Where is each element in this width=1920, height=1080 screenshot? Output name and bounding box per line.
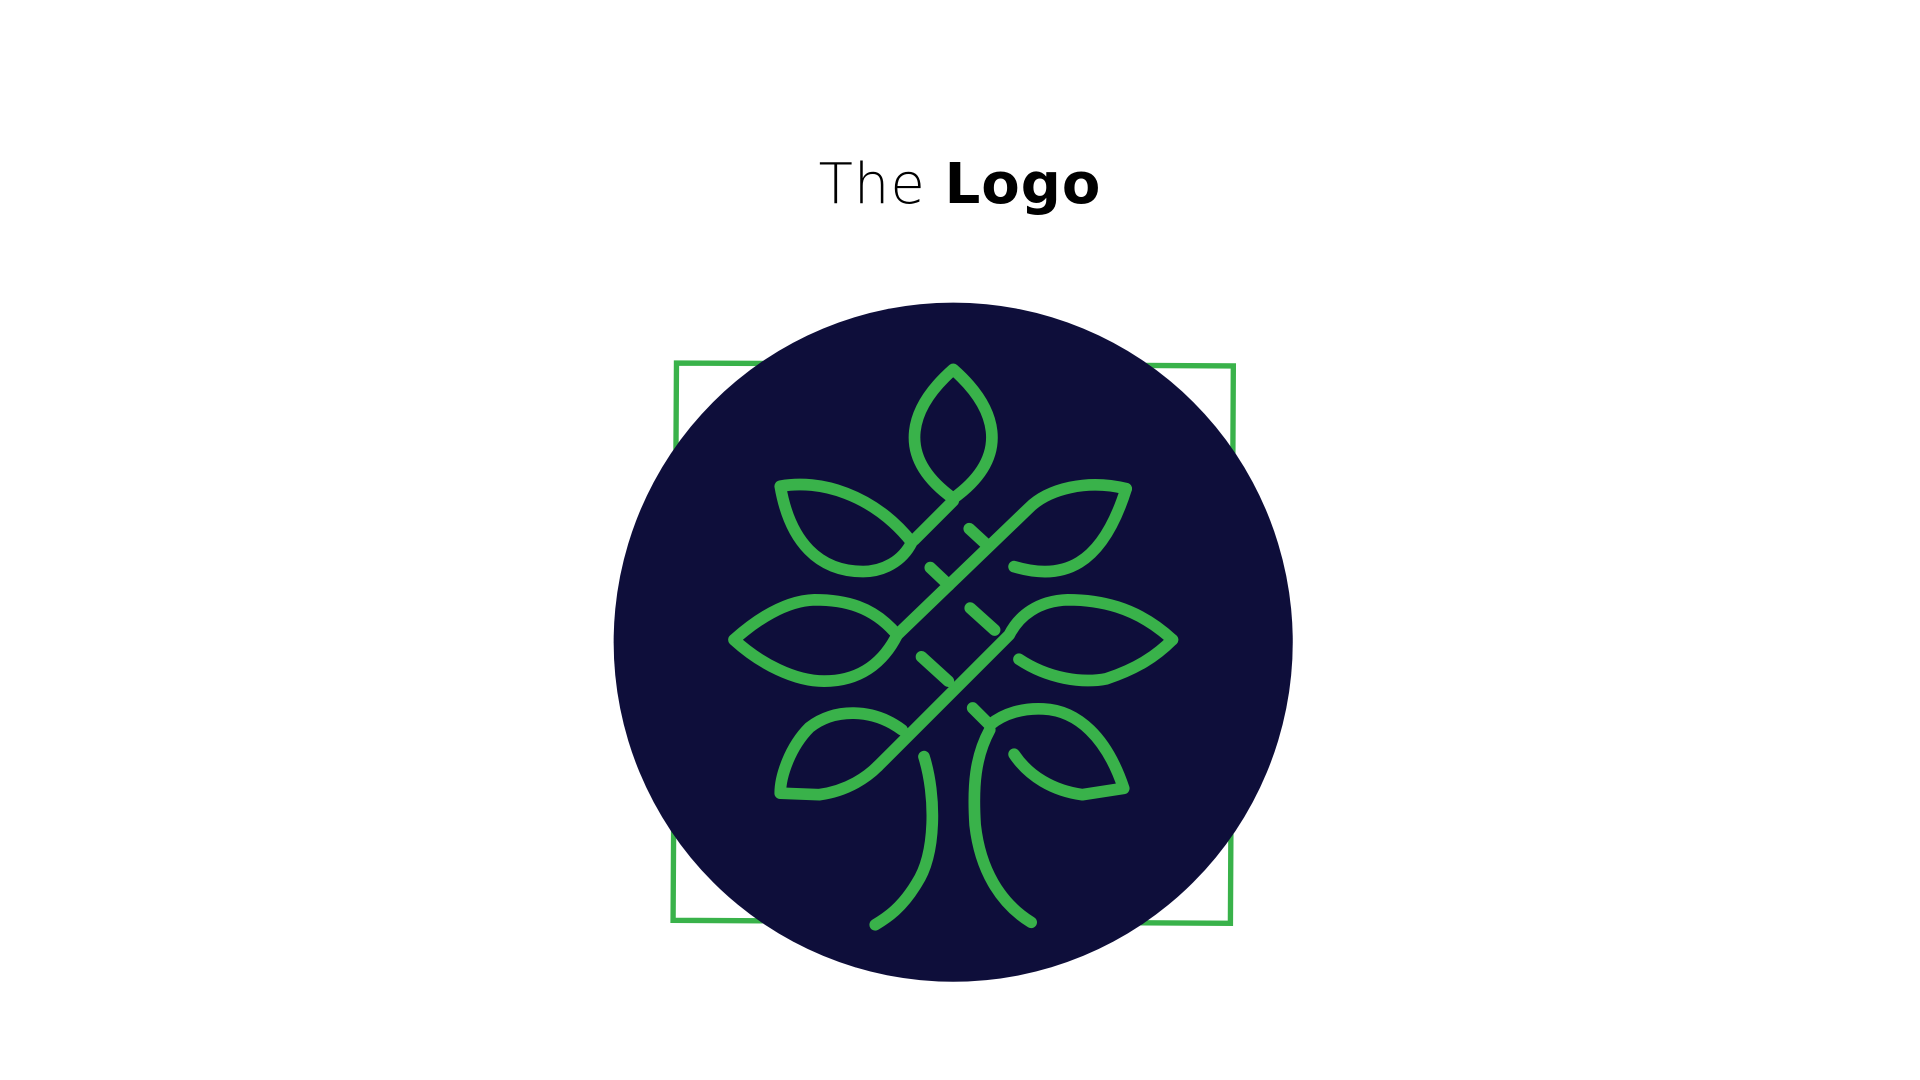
title-bold: Logo: [944, 152, 1102, 217]
title-light: The: [818, 152, 926, 217]
logo-circle: [613, 302, 1293, 982]
logo: [613, 302, 1293, 982]
page-title: The Logo: [0, 152, 1920, 217]
